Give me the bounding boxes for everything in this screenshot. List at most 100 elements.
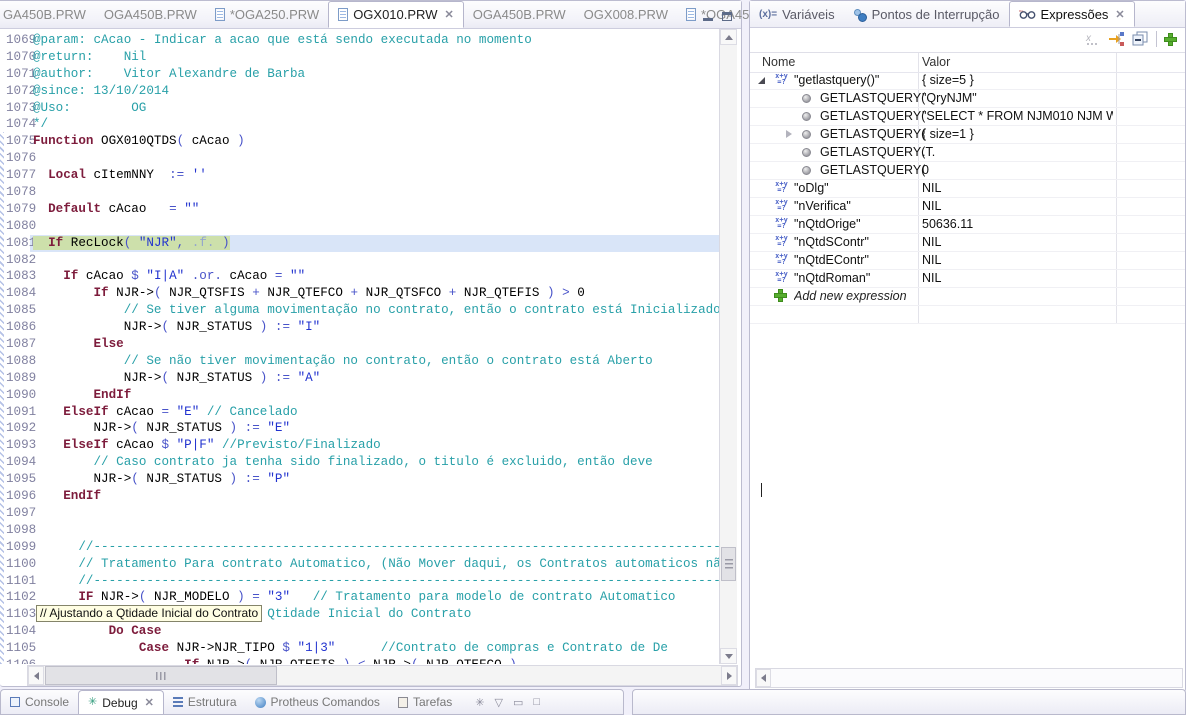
expression-row[interactable]: x+y=?"oDlg"NIL — [750, 179, 1185, 198]
expression-name: GETLASTQUERY( — [820, 161, 925, 179]
code-line[interactable]: 1081 If RecLock( "NJR", .f. ) — [0, 235, 719, 252]
expression-row[interactable]: x+y=?"nQtdRoman"NIL — [750, 269, 1185, 288]
arrow-up-icon — [725, 31, 733, 40]
debug-tab-vari-veis[interactable]: (x)=Variáveis — [750, 1, 844, 27]
add-expression-icon[interactable] — [1164, 33, 1177, 46]
close-icon[interactable]: ✕ — [444, 8, 453, 21]
code-line[interactable]: 1080 — [0, 218, 719, 235]
scroll-left-button[interactable] — [756, 669, 771, 687]
expression-value: NIL — [922, 179, 1113, 197]
code-line[interactable]: 1087 Else — [0, 336, 719, 353]
expression-row[interactable]: x+y=?"nQtdOrige"50636.11 — [750, 215, 1185, 234]
code-text: NJR->( NJR_STATUS ) := "I" — [33, 320, 320, 334]
code-line[interactable]: 1099 //---------------------------------… — [0, 539, 719, 556]
code-line[interactable]: 1092 NJR->( NJR_STATUS ) := "E" — [0, 420, 719, 437]
code-line[interactable]: 1076 — [0, 150, 719, 167]
scroll-up-button[interactable] — [720, 29, 737, 45]
code-line[interactable]: 1077 Local cItemNNY := '' — [0, 167, 719, 184]
code-line[interactable]: 1106 If NJR->( NJR_QTEFIS ) < NJR->( NJR… — [0, 657, 719, 664]
code-line[interactable]: 1101 //---------------------------------… — [0, 573, 719, 590]
vertical-scroll-thumb[interactable] — [721, 547, 736, 581]
scroll-right-button[interactable] — [721, 666, 737, 685]
bottom-tab-console[interactable]: Console — [1, 690, 78, 714]
editor-tab-oga250prw[interactable]: *OGA250.PRW — [206, 1, 328, 28]
minimize-icon[interactable] — [703, 9, 713, 21]
line-number: 1098 — [0, 522, 33, 539]
bottom-tab-tarefas[interactable]: Tarefas — [389, 690, 461, 714]
expression-row[interactable]: GETLASTQUERY({ size=1 } — [750, 125, 1185, 144]
minimize-icon[interactable]: ▭ — [513, 696, 523, 709]
tab-label: Pontos de Interrupção — [872, 7, 1000, 22]
code-line[interactable]: 1097 — [0, 505, 719, 522]
code-line[interactable]: 1074*/ — [0, 116, 719, 133]
debug-tab-express-es[interactable]: x=Expressões✕ — [1009, 1, 1135, 27]
code-line[interactable]: 1085 // Se tiver alguma movimentação no … — [0, 302, 719, 319]
code-line[interactable]: 1070@return: Nil — [0, 49, 719, 66]
code-line[interactable]: 1091 ElseIf cAcao = "E" // Cancelado — [0, 404, 719, 421]
code-line[interactable]: 1094 // Caso contrato ja tenha sido fina… — [0, 454, 719, 471]
code-line[interactable]: 1072@since: 13/10/2014 — [0, 83, 719, 100]
code-line[interactable]: 1082 — [0, 252, 719, 269]
expression-row[interactable]: GETLASTQUERY(0 — [750, 161, 1185, 180]
editor-horizontal-scrollbar[interactable] — [27, 665, 738, 686]
editor-vertical-scrollbar[interactable] — [719, 29, 737, 664]
expression-row[interactable]: x+y=?"nQtdSContr"NIL — [750, 233, 1185, 252]
editor-tab-oga450bprw[interactable]: OGA450B.PRW — [95, 1, 206, 28]
code-line[interactable]: 1086 NJR->( NJR_STATUS ) := "I" — [0, 319, 719, 336]
show-type-names-icon[interactable]: x — [1084, 31, 1101, 47]
code-line[interactable]: 1088 // Se não tiver movimentação no con… — [0, 353, 719, 370]
panel-horizontal-scrollbar[interactable] — [755, 668, 1183, 688]
expression-row[interactable]: GETLASTQUERY("SELECT * FROM NJM010 NJM W… — [750, 107, 1185, 126]
code-line[interactable]: 1079 Default cAcao = "" — [0, 201, 719, 218]
code-editor[interactable]: 1069@param: cAcao - Indicar a acao que e… — [0, 29, 719, 664]
code-line[interactable]: 1083 If cAcao $ "I|A" .or. cAcao = "" — [0, 268, 719, 285]
bottom-tab-protheus-comandos[interactable]: Protheus Comandos — [246, 690, 389, 714]
code-line[interactable]: 1071@author: Vitor Alexandre de Barba — [0, 66, 719, 83]
code-line[interactable]: 1102 IF NJR->( NJR_MODELO ) = "3" // Tra… — [0, 589, 719, 606]
expression-row[interactable]: x+y=?"nQtdEContr"NIL — [750, 251, 1185, 270]
code-line[interactable]: 1105 Case NJR->NJR_TIPO $ "1|3" //Contra… — [0, 640, 719, 657]
code-line[interactable]: 1095 NJR->( NJR_STATUS ) := "P" — [0, 471, 719, 488]
column-header-nome[interactable]: Nome — [762, 53, 795, 71]
debug-tab-pontos-de-interrup-o[interactable]: Pontos de Interrupção — [844, 1, 1009, 27]
tree-expanded-icon[interactable] — [758, 77, 765, 84]
tree-collapsed-icon[interactable] — [786, 130, 796, 138]
editor-tab-ogx008prw[interactable]: OGX008.PRW — [575, 1, 677, 28]
maximize-icon[interactable]: □ — [533, 696, 540, 708]
code-line[interactable]: 1078 — [0, 184, 719, 201]
collapse-all-icon[interactable] — [1132, 31, 1149, 47]
editor-tab-ogx010prw[interactable]: OGX010.PRW✕ — [328, 1, 464, 28]
close-icon[interactable]: ✕ — [1115, 8, 1124, 21]
code-line[interactable]: 1098 — [0, 522, 719, 539]
horizontal-scroll-thumb[interactable] — [45, 666, 277, 685]
menu-icon[interactable]: ✳ — [475, 696, 484, 709]
code-line[interactable]: 1090 EndIf — [0, 387, 719, 404]
column-header-valor[interactable]: Valor — [922, 53, 1113, 71]
scroll-left-button[interactable] — [28, 666, 44, 685]
code-line[interactable]: 1093 ElseIf cAcao $ "P|F" //Previsto/Fin… — [0, 437, 719, 454]
bottom-tab-estrutura[interactable]: Estrutura — [164, 690, 246, 714]
code-line[interactable]: 1075Function OGX010QTDS( cAcao ) — [0, 133, 719, 150]
code-line[interactable]: 1084 If NJR->( NJR_QTSFIS + NJR_QTEFCO +… — [0, 285, 719, 302]
code-line[interactable]: 1096 EndIf — [0, 488, 719, 505]
code-line[interactable]: 1104 Do Case — [0, 623, 719, 640]
editor-tab-ga450bprw[interactable]: GA450B.PRW — [0, 1, 95, 28]
show-logical-structure-icon[interactable] — [1108, 31, 1125, 47]
expression-row[interactable]: Add new expression — [750, 287, 1185, 306]
add-expression-row-icon[interactable] — [774, 289, 787, 302]
maximize-icon[interactable] — [722, 12, 732, 21]
expression-row[interactable]: x+y=?"nVerifica"NIL — [750, 197, 1185, 216]
code-line[interactable]: 1089 NJR->( NJR_STATUS ) := "A" — [0, 370, 719, 387]
expressions-glasses-icon: x= — [1019, 8, 1036, 20]
expression-row[interactable]: GETLASTQUERY(.T. — [750, 143, 1185, 162]
scroll-down-button[interactable] — [720, 648, 737, 664]
expression-name: GETLASTQUERY( — [820, 125, 925, 143]
code-line[interactable]: 1073@Uso: OG — [0, 100, 719, 117]
expression-row[interactable]: x+y=?"getlastquery()"{ size=5 } — [750, 71, 1185, 90]
code-line[interactable]: 1100 // Tratamento Para contrato Automat… — [0, 556, 719, 573]
expression-row[interactable]: GETLASTQUERY("QryNJM" — [750, 89, 1185, 108]
bottom-tab-debug[interactable]: ✳Debug✕ — [78, 690, 164, 714]
code-line[interactable]: 1069@param: cAcao - Indicar a acao que e… — [0, 32, 719, 49]
editor-tab-oga450bprw[interactable]: OGA450B.PRW — [464, 1, 575, 28]
filter-icon[interactable]: ▽ — [495, 696, 503, 709]
